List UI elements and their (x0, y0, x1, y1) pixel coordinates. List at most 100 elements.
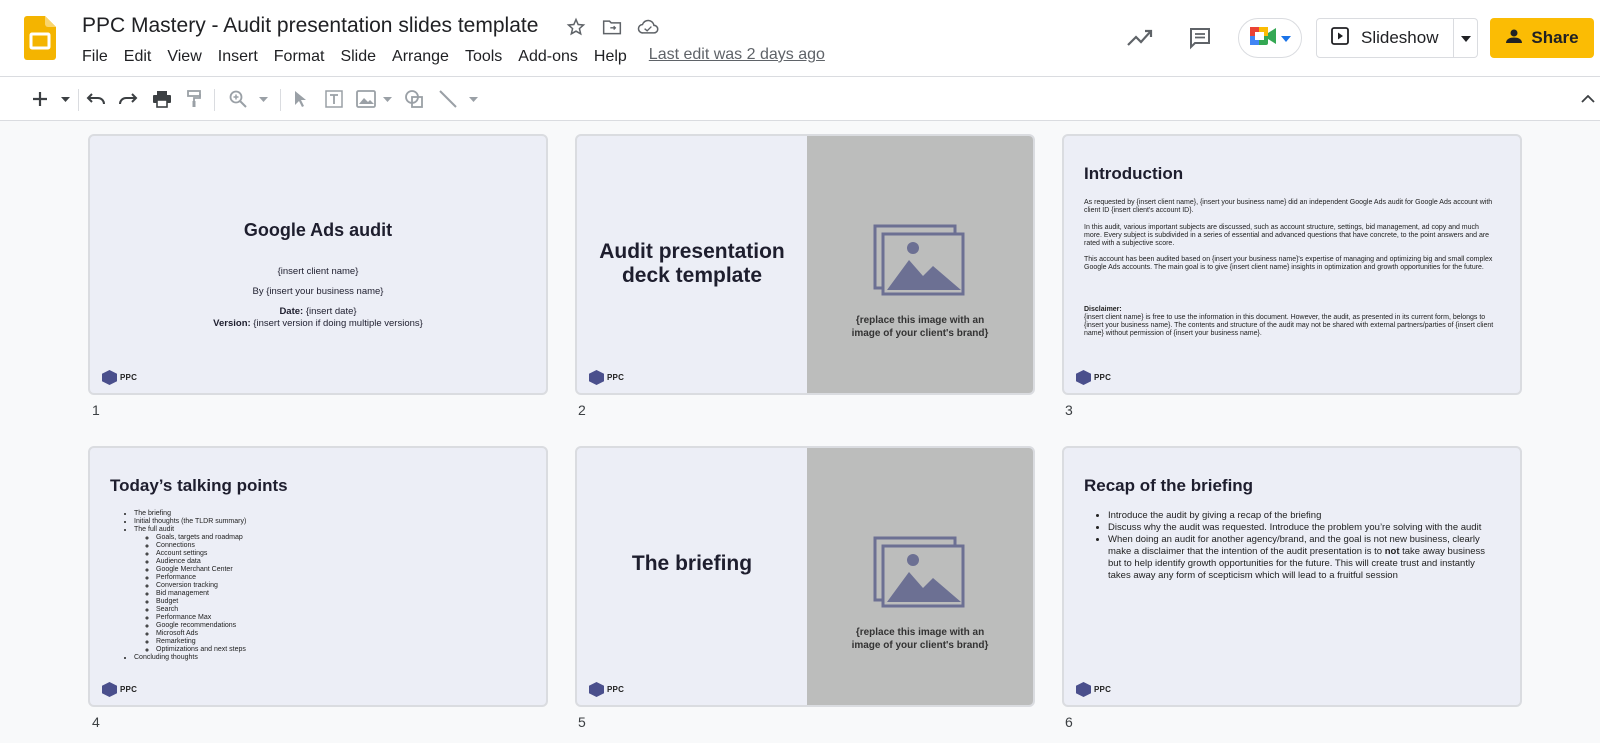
list-item: Budget (156, 598, 246, 606)
menu-tools[interactable]: Tools (465, 46, 510, 68)
ppc-logo: PPC (1076, 370, 1111, 385)
list-item-label: The full audit (134, 526, 175, 533)
move-folder-icon[interactable] (600, 15, 624, 39)
list-item: Conversion tracking (156, 582, 246, 590)
menu-help[interactable]: Help (594, 46, 635, 68)
menu-addons[interactable]: Add-ons (518, 46, 586, 68)
image-caption: {replace this image with an image of you… (807, 626, 1033, 652)
menu-insert[interactable]: Insert (218, 46, 266, 68)
image-placeholder: {replace this image with an image of you… (807, 448, 1033, 705)
activity-trend-icon[interactable] (1126, 24, 1154, 52)
list-item: Concluding thoughts (134, 654, 246, 662)
slide-title: The briefing (631, 552, 753, 575)
list-item: Bid management (156, 590, 246, 598)
menu-file[interactable]: File (82, 46, 116, 68)
slide-thumbnail-4[interactable]: Today’s talking points The briefing Init… (88, 446, 548, 707)
last-edit-link[interactable]: Last edit was 2 days ago (649, 46, 825, 68)
slide-thumbnail-1[interactable]: Google Ads audit {insert client name} By… (88, 134, 548, 395)
recap-list: Introduce the audit by giving a recap of… (1108, 510, 1498, 582)
line-icon[interactable] (436, 87, 460, 111)
zoom-icon[interactable] (226, 87, 250, 111)
slide-number: 4 (92, 714, 100, 730)
date-line: Date: {insert date} (90, 306, 546, 317)
slideshow-button[interactable]: Slideshow (1316, 18, 1454, 58)
slide-number: 2 (578, 402, 586, 418)
image-placeholder-icon (873, 224, 965, 301)
slide-thumbnail-3[interactable]: Introduction As requested by {insert cli… (1062, 134, 1522, 395)
business-name: By {insert your business name} (252, 286, 384, 297)
menu-bar: File Edit View Insert Format Slide Arran… (82, 46, 825, 68)
ppc-logo: PPC (589, 370, 624, 385)
image-placeholder: {replace this image with an image of you… (807, 136, 1033, 393)
list-item: The full audit Goals, targets and roadma… (134, 526, 246, 654)
toolbar (0, 77, 1600, 121)
list-item-bold: not (1384, 546, 1400, 557)
slide-title: Audit presentation deck template (577, 240, 807, 288)
date-value: {insert date} (303, 306, 357, 317)
list-item: Google recommendations (156, 622, 246, 630)
slide-number: 1 (92, 402, 100, 418)
title-actions (564, 15, 660, 39)
menu-slide[interactable]: Slide (340, 46, 384, 68)
document-title[interactable]: PPC Mastery - Audit presentation slides … (82, 14, 538, 38)
list-item: Introduce the audit by giving a recap of… (1108, 510, 1498, 522)
ppc-logo: PPC (589, 682, 624, 697)
title-line-2: deck template (621, 264, 763, 287)
menu-arrange[interactable]: Arrange (392, 46, 457, 68)
sub-list: Goals, targets and roadmap Connections A… (134, 534, 246, 654)
share-button[interactable]: Share (1490, 18, 1594, 58)
menu-edit[interactable]: Edit (124, 46, 160, 68)
header: PPC Mastery - Audit presentation slides … (0, 0, 1600, 77)
title-line-1: Audit presentation (599, 240, 785, 263)
slides-app: PPC Mastery - Audit presentation slides … (0, 0, 1600, 743)
slides-logo-icon[interactable] (24, 16, 56, 60)
ppc-logo-icon (1076, 682, 1091, 697)
version-value: {insert version if doing multiple versio… (250, 318, 423, 329)
shape-icon[interactable] (402, 87, 426, 111)
list-item: Optimizations and next steps (156, 646, 246, 654)
list-item: Performance Max (156, 614, 246, 622)
intro-paragraph-1: As requested by {insert client name}, {i… (1084, 199, 1493, 214)
chevron-down-icon (1460, 29, 1471, 47)
ppc-logo-icon (102, 682, 117, 697)
menu-view[interactable]: View (167, 46, 209, 68)
slide-thumbnail-6[interactable]: Recap of the briefing Introduce the audi… (1062, 446, 1522, 707)
line-dropdown-icon[interactable] (466, 87, 480, 111)
image-caption: {replace this image with an image of you… (807, 314, 1033, 340)
slide-number: 5 (578, 714, 586, 730)
list-item: Goals, targets and roadmap (156, 534, 246, 542)
slideshow-label: Slideshow (1361, 28, 1439, 47)
talking-points-list: The briefing Initial thoughts (the TLDR … (134, 510, 246, 662)
undo-icon[interactable] (84, 87, 108, 111)
list-item: The briefing (134, 510, 246, 518)
share-label: Share (1531, 28, 1579, 47)
slide-thumbnail-5[interactable]: The briefing {replace this image with an… (575, 446, 1035, 707)
list-item: Connections (156, 542, 246, 550)
caption-line-2: image of your client's brand} (851, 640, 989, 651)
image-dropdown-icon[interactable] (380, 87, 394, 111)
text-box-icon[interactable] (322, 87, 346, 111)
image-placeholder-icon (873, 536, 965, 613)
redo-icon[interactable] (116, 87, 140, 111)
select-cursor-icon[interactable] (290, 87, 310, 111)
collapse-chevron-icon[interactable] (1578, 87, 1598, 111)
zoom-dropdown-icon[interactable] (256, 87, 270, 111)
slideshow-options-button[interactable] (1454, 18, 1478, 58)
caption-line-1: {replace this image with an (855, 315, 985, 326)
slide-thumbnail-2[interactable]: Audit presentation deck template {replac… (575, 134, 1035, 395)
comments-icon[interactable] (1186, 24, 1214, 52)
version-line: Version: {insert version if doing multip… (90, 318, 546, 329)
insert-image-icon[interactable] (354, 87, 378, 111)
paint-format-icon[interactable] (184, 87, 204, 111)
new-slide-icon[interactable] (28, 87, 52, 111)
ppc-logo-icon (589, 370, 604, 385)
cloud-saved-icon[interactable] (636, 15, 660, 39)
slide-number: 3 (1065, 402, 1073, 418)
person-icon (1505, 28, 1523, 48)
menu-format[interactable]: Format (274, 46, 333, 68)
star-icon[interactable] (564, 15, 588, 39)
meet-button[interactable] (1238, 18, 1302, 58)
present-icon (1331, 26, 1349, 50)
new-slide-dropdown-icon[interactable] (58, 87, 72, 111)
print-icon[interactable] (150, 87, 174, 111)
